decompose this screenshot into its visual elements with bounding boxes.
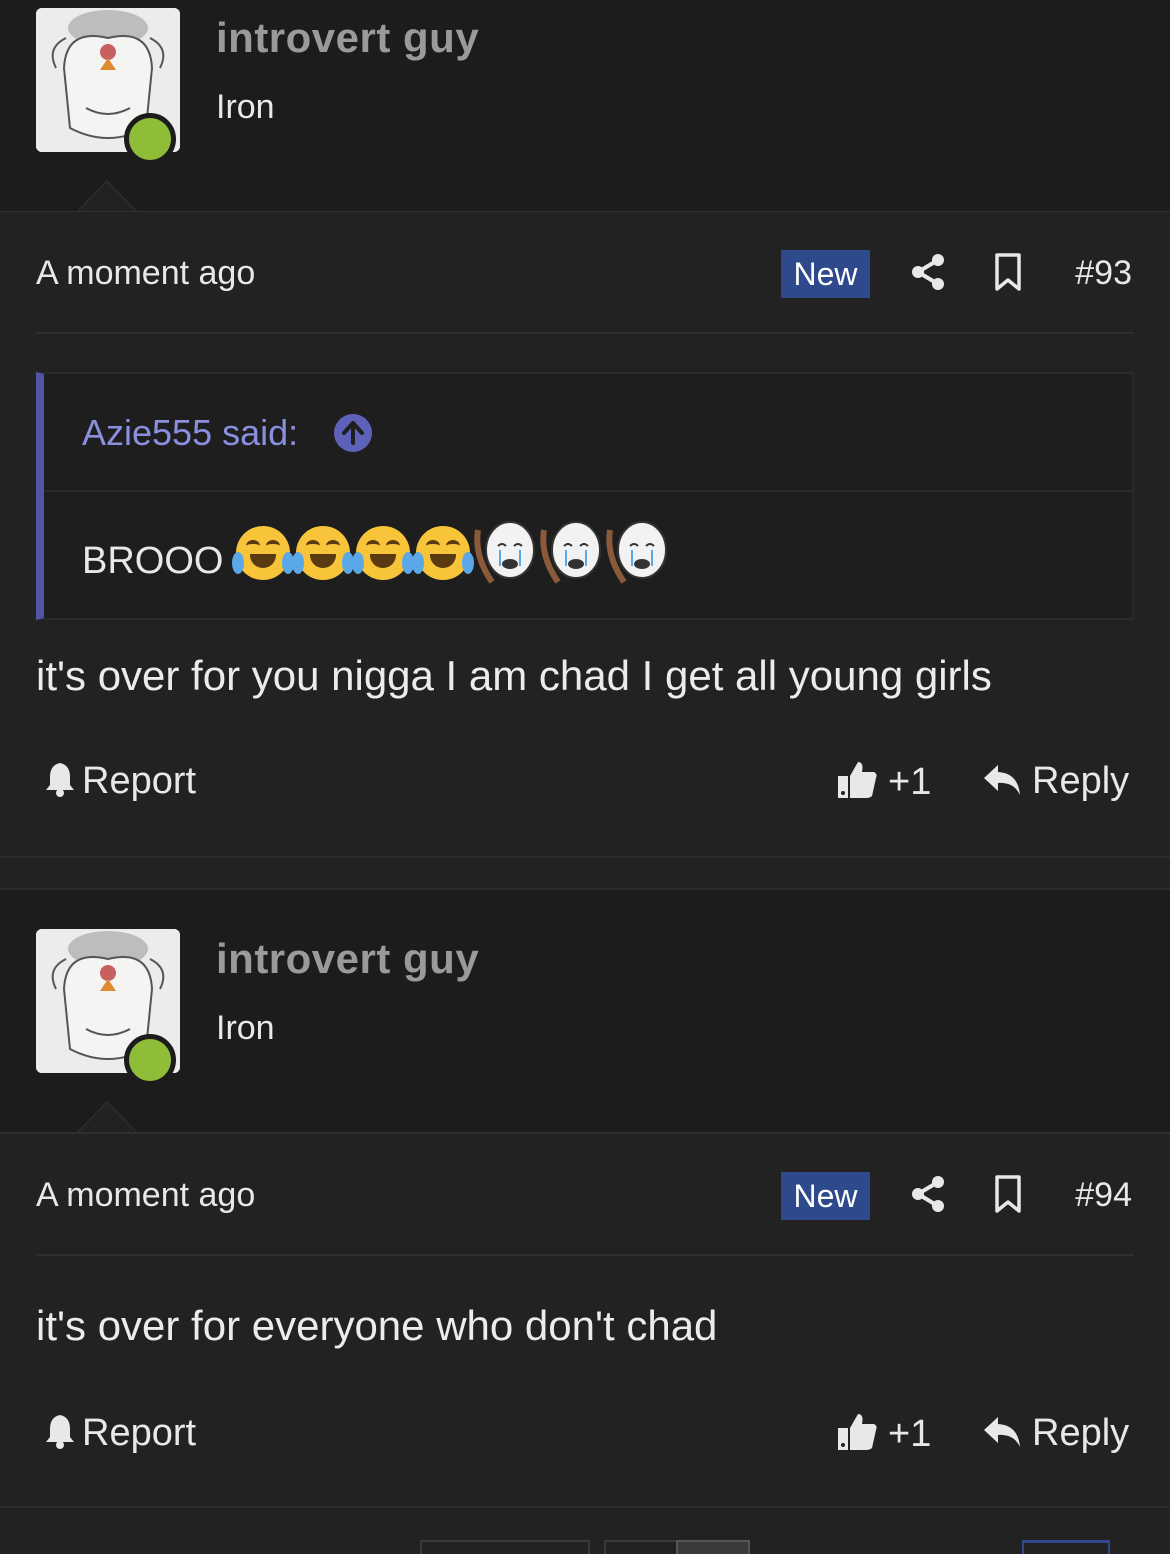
- bell-icon: [46, 1415, 74, 1449]
- thumbs-up-icon: [838, 1414, 877, 1450]
- timestamp[interactable]: A moment ago: [36, 1176, 255, 1215]
- post-header: introvert guy Iron: [0, 890, 1170, 1134]
- quote-author-link[interactable]: Azie555 said:: [82, 412, 298, 454]
- bookmark-icon[interactable]: [992, 1174, 1024, 1214]
- arrow-notch: [75, 1101, 139, 1134]
- like-count: +1: [888, 1413, 932, 1455]
- post-meta: A moment ago New #93: [0, 212, 1170, 334]
- reply-button[interactable]: Reply: [982, 1412, 1129, 1455]
- quote-text-content: BROOO: [82, 540, 224, 582]
- post-93: introvert guy Iron A moment ago New #93 …: [0, 0, 1170, 856]
- post-body: A moment ago New #93 Azie555 said: BROOO…: [0, 212, 1170, 856]
- username[interactable]: introvert guy: [216, 14, 479, 62]
- reply-arrow-icon: [984, 765, 1020, 795]
- share-icon[interactable]: [908, 1174, 948, 1214]
- crying-face-emoji: [606, 521, 667, 584]
- reply-button[interactable]: Reply: [982, 760, 1129, 803]
- crying-face-emoji: [474, 521, 535, 584]
- bottom-divider: [0, 1506, 1170, 1508]
- user-title: Iron: [216, 88, 275, 126]
- post-actions: Report +1 Reply: [0, 756, 1170, 816]
- report-button[interactable]: Report: [44, 1412, 196, 1455]
- user-title: Iron: [216, 1009, 275, 1047]
- crying-face-emoji: [540, 521, 601, 584]
- reply-arrow-icon: [984, 1417, 1020, 1447]
- new-badge: New: [781, 250, 870, 298]
- arrow-notch: [75, 180, 139, 213]
- reply-label: Reply: [1032, 760, 1130, 802]
- post-body: A moment ago New #94 it's over for every…: [0, 1134, 1170, 1552]
- arrow-up-icon[interactable]: [334, 414, 372, 452]
- online-status-indicator: [124, 1034, 176, 1086]
- thumbs-up-icon: [838, 762, 877, 798]
- post-message: it's over for you nigga I am chad I get …: [36, 652, 992, 699]
- reply-label: Reply: [1032, 1412, 1130, 1454]
- username[interactable]: introvert guy: [216, 935, 479, 983]
- report-button[interactable]: Report: [44, 760, 196, 803]
- post-94: introvert guy Iron A moment ago New #94 …: [0, 890, 1170, 1552]
- divider: [36, 332, 1134, 334]
- joy-emoji: [232, 526, 294, 580]
- like-button[interactable]: +1: [836, 760, 931, 804]
- share-icon[interactable]: [908, 252, 948, 292]
- report-label: Report: [82, 760, 197, 802]
- bookmark-icon[interactable]: [992, 252, 1024, 292]
- post-separator: [0, 856, 1170, 890]
- like-count: +1: [888, 761, 932, 803]
- joy-emoji: [352, 526, 414, 580]
- quote-block: Azie555 said: BROOO: [36, 372, 1134, 620]
- bell-icon: [46, 763, 74, 797]
- like-button[interactable]: +1: [836, 1412, 931, 1456]
- divider: [36, 1254, 1134, 1256]
- online-status-indicator: [124, 113, 176, 165]
- post-message: it's over for everyone who don't chad: [36, 1302, 718, 1349]
- post-actions: Report +1 Reply: [0, 1408, 1170, 1468]
- joy-emoji: [292, 526, 354, 580]
- joy-emoji: [412, 526, 474, 580]
- report-label: Report: [82, 1412, 197, 1454]
- quote-header: Azie555 said:: [44, 374, 1132, 492]
- quote-text: BROOO: [82, 540, 223, 583]
- post-header: introvert guy Iron: [0, 0, 1170, 213]
- post-number-link[interactable]: #94: [1075, 1176, 1132, 1215]
- new-badge: New: [781, 1172, 870, 1220]
- post-number-link[interactable]: #93: [1075, 254, 1132, 293]
- post-meta: A moment ago New #94: [0, 1134, 1170, 1256]
- timestamp[interactable]: A moment ago: [36, 254, 255, 293]
